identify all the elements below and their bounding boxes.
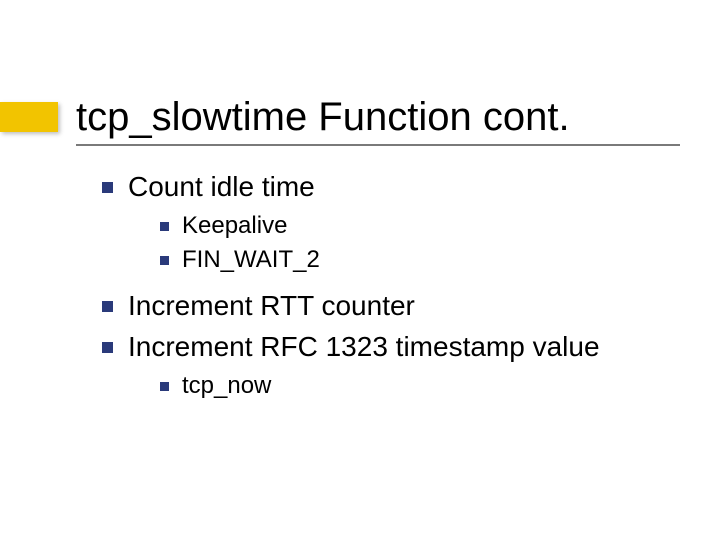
sub-bullet-item: Keepalive (156, 210, 680, 242)
sub-bullet-text: tcp_now (182, 372, 271, 399)
slide-title: tcp_slowtime Function cont. (76, 95, 570, 140)
slide-content: Count idle time Keepalive FIN_WAIT_2 Inc… (98, 168, 680, 407)
bullet-list-level1: Count idle time Keepalive FIN_WAIT_2 Inc… (98, 168, 680, 403)
bullet-text: Increment RFC 1323 timestamp value (128, 331, 600, 362)
sub-bullet-item: tcp_now (156, 370, 680, 402)
sub-bullet-text: FIN_WAIT_2 (182, 246, 320, 273)
bullet-list-level2: tcp_now (128, 370, 680, 402)
title-row: tcp_slowtime Function cont. (0, 88, 570, 146)
bullet-item: Increment RFC 1323 timestamp value tcp_n… (98, 328, 680, 402)
bullet-item: Increment RTT counter (98, 287, 680, 325)
sub-bullet-text: Keepalive (182, 212, 287, 239)
slide: tcp_slowtime Function cont. Count idle t… (0, 0, 720, 540)
title-underline (76, 144, 680, 146)
sub-bullet-item: FIN_WAIT_2 (156, 244, 680, 276)
bullet-text: Count idle time (128, 171, 315, 202)
bullet-list-level2: Keepalive FIN_WAIT_2 (128, 210, 680, 277)
bullet-item: Count idle time Keepalive FIN_WAIT_2 (98, 168, 680, 277)
title-accent-box (0, 102, 58, 132)
bullet-text: Increment RTT counter (128, 290, 415, 321)
